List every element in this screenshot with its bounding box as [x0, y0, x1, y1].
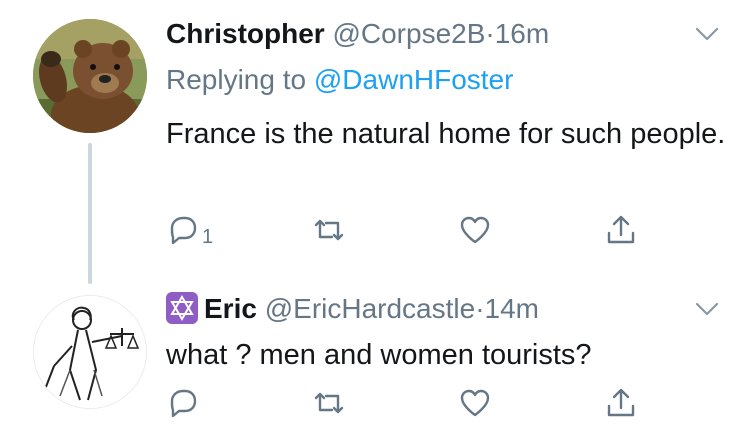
reply-count: 1: [202, 226, 214, 248]
tweet-text: what ? men and women tourists?: [166, 339, 592, 371]
timestamp[interactable]: 16m: [495, 18, 549, 49]
user-handle[interactable]: @EricHardcastle: [265, 293, 475, 324]
retweet-icon: [314, 392, 344, 414]
retweet-button[interactable]: [312, 386, 346, 420]
share-button[interactable]: [604, 386, 638, 420]
separator-dot: ·: [485, 18, 495, 49]
tweet-text: France is the natural home for such peop…: [166, 118, 726, 150]
retweet-button[interactable]: [312, 213, 346, 247]
like-button[interactable]: [458, 386, 492, 420]
tweet-actions: 1: [166, 213, 646, 253]
chevron-down-icon[interactable]: [694, 299, 720, 319]
display-name[interactable]: Eric: [204, 293, 257, 324]
user-handle[interactable]: @Corpse2B: [332, 18, 485, 49]
star-of-david-icon: [166, 292, 198, 324]
timestamp[interactable]: 14m: [485, 293, 539, 324]
tweet-header: Eric @EricHardcastle·14m: [166, 292, 539, 326]
reply-icon: [170, 216, 197, 245]
lady-justice-avatar-icon[interactable]: [33, 295, 147, 409]
share-button[interactable]: [604, 213, 638, 247]
heart-icon: [460, 216, 490, 244]
display-name[interactable]: Christopher: [166, 18, 325, 49]
share-icon: [607, 215, 635, 244]
bear-avatar-icon[interactable]: [33, 19, 147, 133]
share-icon: [607, 388, 635, 417]
retweet-icon: [314, 219, 344, 241]
like-button[interactable]: [458, 213, 492, 247]
chevron-down-icon[interactable]: [694, 24, 720, 44]
separator-dot: ·: [475, 293, 485, 324]
replying-to-prefix: Replying to: [166, 64, 314, 95]
tweet-actions: [166, 386, 646, 426]
replying-to-mention[interactable]: @DawnHFoster: [314, 64, 514, 95]
reply-icon: [170, 389, 197, 418]
thread-line: [88, 143, 92, 284]
heart-icon: [460, 389, 490, 417]
tweet-header: Christopher @Corpse2B·16m: [166, 17, 549, 51]
reply-button[interactable]: 1: [166, 213, 213, 247]
tweet-christopher[interactable]: Christopher @Corpse2B·16m Replying to @D…: [0, 0, 750, 284]
reply-button[interactable]: [166, 386, 200, 420]
replying-to: Replying to @DawnHFoster: [166, 63, 513, 97]
